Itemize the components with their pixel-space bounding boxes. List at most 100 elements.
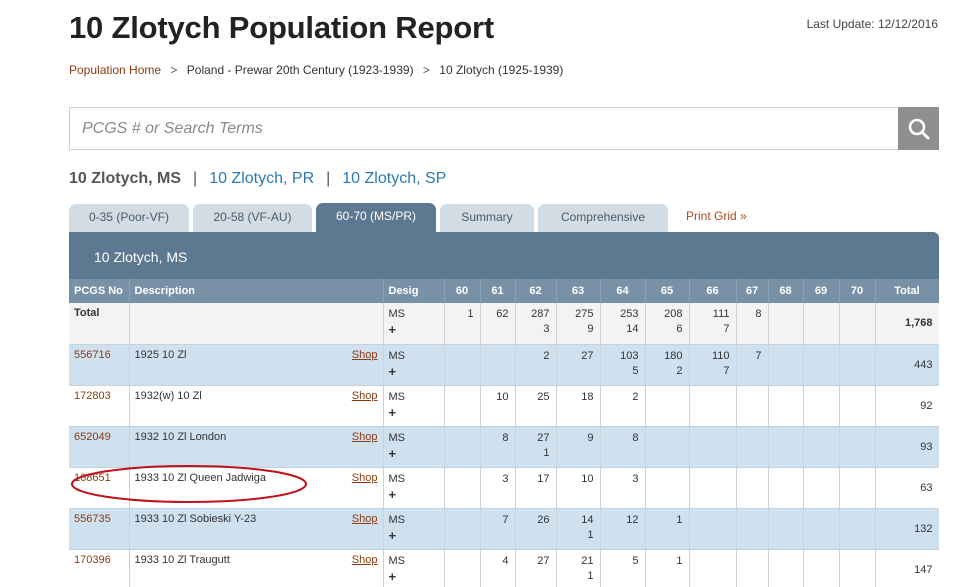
grade-cell[interactable] [689,549,737,587]
grade-cell[interactable]: 1 [444,303,481,345]
pcgs-number-link[interactable]: 556735 [74,513,111,525]
grade-cell[interactable] [803,426,840,468]
grade-cell[interactable] [839,303,876,345]
grade-cell[interactable] [689,426,737,468]
tab-summary[interactable]: Summary [440,204,534,233]
grade-cell[interactable]: 2 [515,344,557,386]
grade-cell[interactable] [803,344,840,386]
col-grade-69[interactable]: 69 [803,279,840,303]
grade-cell[interactable] [689,508,737,550]
grade-cell[interactable] [768,344,804,386]
pcgs-number-link[interactable]: 556716 [74,349,111,361]
grade-cell[interactable] [803,549,840,587]
grade-cell[interactable]: 26 [515,508,557,550]
grade-cell[interactable] [768,303,804,345]
grade-cell[interactable]: 62 [480,303,516,345]
grade-cell[interactable] [839,385,876,427]
grade-cell[interactable]: 180 2 [645,344,690,386]
grade-cell[interactable] [803,303,840,345]
grade-cell[interactable] [768,426,804,468]
grade-cell[interactable]: 275 9 [556,303,601,345]
grade-cell[interactable] [768,467,804,509]
pcgs-number-link[interactable]: 652049 [74,431,111,443]
tab-comprehensive[interactable]: Comprehensive [538,204,668,233]
grade-cell[interactable] [736,426,769,468]
col-desig[interactable]: Desig [383,279,445,303]
col-description[interactable]: Description [129,279,384,303]
grade-cell[interactable] [689,385,737,427]
grade-cell[interactable] [645,385,690,427]
grade-cell[interactable]: 27 1 [515,426,557,468]
grade-cell[interactable]: 10 [556,467,601,509]
grade-cell[interactable]: 25 [515,385,557,427]
tab-poor-vf[interactable]: 0-35 (Poor-VF) [69,204,189,233]
grade-cell[interactable]: 18 [556,385,601,427]
grade-cell[interactable] [839,508,876,550]
grade-cell[interactable]: 208 6 [645,303,690,345]
grade-cell[interactable]: 5 [600,549,646,587]
grade-cell[interactable] [645,467,690,509]
grade-cell[interactable]: 8 [736,303,769,345]
grade-cell[interactable]: 253 14 [600,303,646,345]
grade-cell[interactable] [768,385,804,427]
grade-cell[interactable] [444,467,481,509]
grade-cell[interactable]: 10 [480,385,516,427]
col-grade-67[interactable]: 67 [736,279,769,303]
grade-cell[interactable]: 1 [645,508,690,550]
grade-cell[interactable]: 4 [480,549,516,587]
pcgs-number-link[interactable]: 172803 [74,390,111,402]
grade-cell[interactable] [768,508,804,550]
col-grade-60[interactable]: 60 [444,279,481,303]
grade-cell[interactable] [803,508,840,550]
col-grade-64[interactable]: 64 [600,279,646,303]
shop-link[interactable]: Shop [352,431,378,443]
search-input[interactable] [69,107,898,150]
link-designation-pr[interactable]: 10 Zlotych, PR [209,170,314,187]
shop-link[interactable]: Shop [352,554,378,566]
grade-cell[interactable] [444,344,481,386]
grade-cell[interactable] [736,508,769,550]
col-grade-63[interactable]: 63 [556,279,601,303]
shop-link[interactable]: Shop [352,513,378,525]
col-total[interactable]: Total [875,279,939,303]
grade-cell[interactable] [736,385,769,427]
grade-cell[interactable]: 12 [600,508,646,550]
grade-cell[interactable] [645,426,690,468]
grade-cell[interactable] [689,467,737,509]
grade-cell[interactable] [803,385,840,427]
grade-cell[interactable]: 27 [515,549,557,587]
grade-cell[interactable] [444,549,481,587]
grade-cell[interactable] [736,549,769,587]
pcgs-number-link[interactable]: 168651 [74,472,111,484]
breadcrumb-population-home[interactable]: Population Home [69,63,161,77]
col-grade-70[interactable]: 70 [839,279,876,303]
tab-ms-pr[interactable]: 60-70 (MS/PR) [316,203,436,233]
grade-cell[interactable]: 110 7 [689,344,737,386]
col-grade-62[interactable]: 62 [515,279,557,303]
col-grade-68[interactable]: 68 [768,279,804,303]
grade-cell[interactable] [444,385,481,427]
grade-cell[interactable]: 9 [556,426,601,468]
grade-cell[interactable] [839,344,876,386]
grade-cell[interactable]: 3 [600,467,646,509]
breadcrumb-category[interactable]: Poland - Prewar 20th Century (1923-1939) [187,63,414,77]
grade-cell[interactable]: 287 3 [515,303,557,345]
grade-cell[interactable] [736,467,769,509]
tab-vf-au[interactable]: 20-58 (VF-AU) [193,204,312,233]
grade-cell[interactable] [480,344,516,386]
grade-cell[interactable] [444,426,481,468]
grade-cell[interactable]: 7 [480,508,516,550]
print-grid-link[interactable]: Print Grid » [686,209,747,233]
grade-cell[interactable] [839,549,876,587]
col-grade-61[interactable]: 61 [480,279,516,303]
grade-cell[interactable] [768,549,804,587]
grade-cell[interactable]: 1 [645,549,690,587]
grade-cell[interactable] [839,467,876,509]
grade-cell[interactable]: 17 [515,467,557,509]
col-grade-66[interactable]: 66 [689,279,737,303]
shop-link[interactable]: Shop [352,472,378,484]
grade-cell[interactable] [839,426,876,468]
grade-cell[interactable]: 2 [600,385,646,427]
grade-cell[interactable]: 7 [736,344,769,386]
col-pcgs-no[interactable]: PCGS No [69,279,130,303]
